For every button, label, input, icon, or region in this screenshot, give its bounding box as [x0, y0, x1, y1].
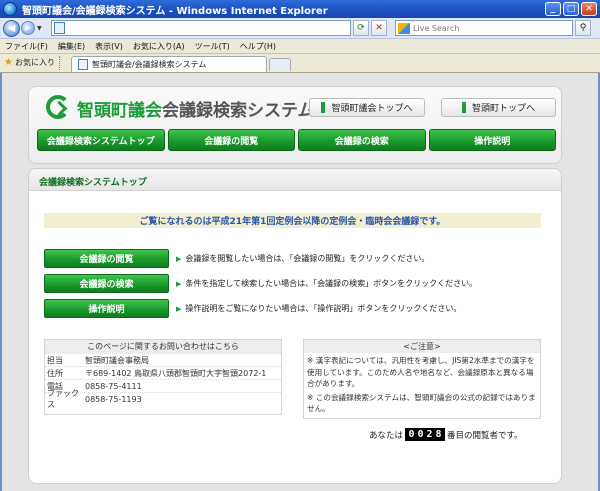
nav-browse-records[interactable]: 会議録の閲覧: [167, 129, 295, 151]
arrow-icon: ▶: [176, 279, 182, 288]
history-dropdown-icon[interactable]: ▼: [37, 25, 45, 32]
contact-label: 担当: [47, 355, 63, 365]
contact-label: ファックス: [47, 389, 79, 409]
panel-title: 会議録検索システムトップ: [39, 178, 147, 188]
contact-value: 0858-75-4111: [85, 381, 142, 391]
browser-tab-active[interactable]: 智頭町議会/会議録検索システム: [70, 56, 267, 72]
counter-digit: 0: [408, 429, 415, 440]
site-logo-icon: [46, 95, 70, 119]
stop-button[interactable]: ✕: [371, 20, 387, 36]
contact-heading: このページに関するお問い合わせはこちら: [45, 340, 281, 353]
favorites-label[interactable]: お気に入り: [15, 57, 55, 68]
search-records-desc: ▶ 条件を指定して検索したい場合は、「会議録の検索」ボタンをクリックください。: [176, 278, 477, 289]
ie-logo-icon: [3, 2, 17, 16]
site-header: 智頭町議会会議録検索システム 智頭町議会トップへ 智頭町トップへ 会議録検索シス…: [28, 86, 562, 164]
tab-title: 智頭町議会/会議録検索システム: [91, 60, 207, 69]
address-input[interactable]: [51, 20, 351, 36]
menu-bar: ファイル(F) 編集(E) 表示(V) お気に入り(A) ツール(T) ヘルプ(…: [0, 39, 600, 54]
counter-digit: 0: [417, 429, 424, 440]
search-go-button[interactable]: ⚲: [575, 20, 591, 36]
live-search-icon: [398, 22, 410, 34]
search-box[interactable]: [395, 20, 573, 36]
nav-search-system-top[interactable]: 会議録検索システムトップ: [37, 129, 165, 151]
content-panel: 会議録検索システムトップ ご覧になれるのは平成21年第1回定例会以降の定例会・臨…: [28, 168, 562, 484]
nav-search-records[interactable]: 会議録の検索: [298, 129, 426, 151]
caution-note: ※ この会議録検索システムは、智頭町議会の公式の記録ではありません。: [307, 392, 536, 414]
menu-favorites[interactable]: お気に入り(A): [128, 41, 190, 52]
address-toolbar: ◀ ▶ ▼ ⟳ ✕ ⚲: [0, 18, 600, 39]
browse-records-desc: ▶ 会議録を閲覧したい場合は、「会議録の閲覧」をクリックください。: [176, 253, 429, 264]
action-row-search: 会議録の検索 ▶ 条件を指定して検索したい場合は、「会議録の検索」ボタンをクリック…: [44, 273, 544, 293]
menu-file[interactable]: ファイル(F): [0, 41, 53, 52]
visitor-prefix: あなたは: [369, 430, 404, 441]
contact-value: 0858-75-1193: [85, 394, 142, 404]
council-top-link[interactable]: 智頭町議会トップへ: [309, 98, 425, 117]
contact-row: 担当 智頭町議会事務局: [45, 353, 281, 366]
operation-guide-button[interactable]: 操作説明: [44, 298, 169, 318]
visitor-suffix: 番目の閲覧者です。: [447, 430, 523, 441]
operation-guide-desc: ▶ 操作説明をご覧になりたい場合は、「操作説明」ボタンをクリックください。: [176, 303, 461, 314]
action-row-browse: 会議録の閲覧 ▶ 会議録を閲覧したい場合は、「会議録の閲覧」をクリックください。: [44, 248, 544, 268]
window-controls: _ □ ✕: [545, 2, 597, 16]
browse-desc-text: 会議録を閲覧したい場合は、「会議録の閲覧」をクリックください。: [185, 253, 430, 263]
counter-digits: 0 0 2 8: [405, 428, 446, 441]
panel-header: 会議録検索システムトップ: [29, 169, 561, 191]
caution-note: ※ 漢字表記については、汎用性を考慮し、JIS第2水準までの漢字を使用しています…: [307, 356, 535, 388]
page-icon: [54, 22, 65, 34]
logo-primary: 智頭町議会: [77, 101, 162, 121]
visitor-counter: あなたは 0 0 2 8 番目の閲覧者です。: [369, 428, 523, 441]
search-input[interactable]: [413, 23, 563, 33]
tab-separator: [58, 56, 67, 70]
page-viewport: 智頭町議会会議録検索システム 智頭町議会トップへ 智頭町トップへ 会議録検索シス…: [0, 73, 600, 491]
site-logo-text[interactable]: 智頭町議会会議録検索システム: [77, 96, 315, 121]
action-row-guide: 操作説明 ▶ 操作説明をご覧になりたい場合は、「操作説明」ボタンをクリックください…: [44, 298, 544, 318]
arrow-icon: ▶: [176, 254, 182, 263]
contact-value: 智頭町議会事務局: [85, 355, 149, 365]
search-desc-text: 条件を指定して検索したい場合は、「会議録の検索」ボタンをクリックください。: [185, 278, 478, 288]
new-tab-button[interactable]: [268, 58, 291, 71]
forward-button[interactable]: ▶: [21, 21, 35, 35]
window-titlebar: 智頭町議会/会議録検索システム - Windows Internet Explo…: [0, 0, 600, 18]
minimize-button[interactable]: _: [545, 2, 561, 16]
menu-tools[interactable]: ツール(T): [190, 41, 235, 52]
favorites-star-icon[interactable]: ★: [4, 57, 13, 68]
logo-secondary: 会議録検索システム: [162, 101, 315, 121]
counter-digit: 2: [426, 429, 433, 440]
availability-notice: ご覧になれるのは平成21年第1回定例会以降の定例会・臨時会会議録です。: [44, 213, 541, 228]
refresh-button[interactable]: ⟳: [353, 20, 369, 36]
favorites-tab-bar: ★ お気に入り 智頭町議会/会議録検索システム: [0, 54, 600, 73]
caution-heading: <ご注意>: [304, 340, 540, 353]
main-nav: 会議録検索システムトップ 会議録の閲覧 会議録の検索 操作説明: [37, 129, 556, 151]
window-title: 智頭町議会/会議録検索システム - Windows Internet Explo…: [22, 5, 328, 17]
caution-box: <ご注意> ※ 漢字表記については、汎用性を考慮し、JIS第2水準までの漢字を使…: [303, 339, 541, 419]
maximize-button[interactable]: □: [563, 2, 579, 16]
contact-row: 住所 〒689-1402 鳥取県八頭郡智頭町大字智頭2072-1: [45, 366, 281, 379]
search-records-button[interactable]: 会議録の検索: [44, 273, 169, 293]
town-top-link[interactable]: 智頭町トップへ: [441, 98, 556, 117]
menu-help[interactable]: ヘルプ(H): [235, 41, 281, 52]
menu-view[interactable]: 表示(V): [90, 41, 128, 52]
menu-edit[interactable]: 編集(E): [53, 41, 90, 52]
tab-page-icon: [77, 59, 88, 70]
contact-value: 〒689-1402 鳥取県八頭郡智頭町大字智頭2072-1: [85, 368, 267, 378]
back-button[interactable]: ◀: [3, 19, 20, 37]
contact-box: このページに関するお問い合わせはこちら 担当 智頭町議会事務局 住所 〒689-…: [44, 339, 282, 415]
contact-row: ファックス 0858-75-1193: [45, 389, 281, 409]
close-button[interactable]: ✕: [581, 2, 597, 16]
nav-operation-guide[interactable]: 操作説明: [428, 129, 556, 151]
browse-records-button[interactable]: 会議録の閲覧: [44, 248, 169, 268]
counter-digit: 8: [435, 429, 442, 440]
contact-label: 住所: [47, 368, 63, 378]
guide-desc-text: 操作説明をご覧になりたい場合は、「操作説明」ボタンをクリックください。: [185, 303, 462, 313]
arrow-icon: ▶: [176, 304, 182, 313]
